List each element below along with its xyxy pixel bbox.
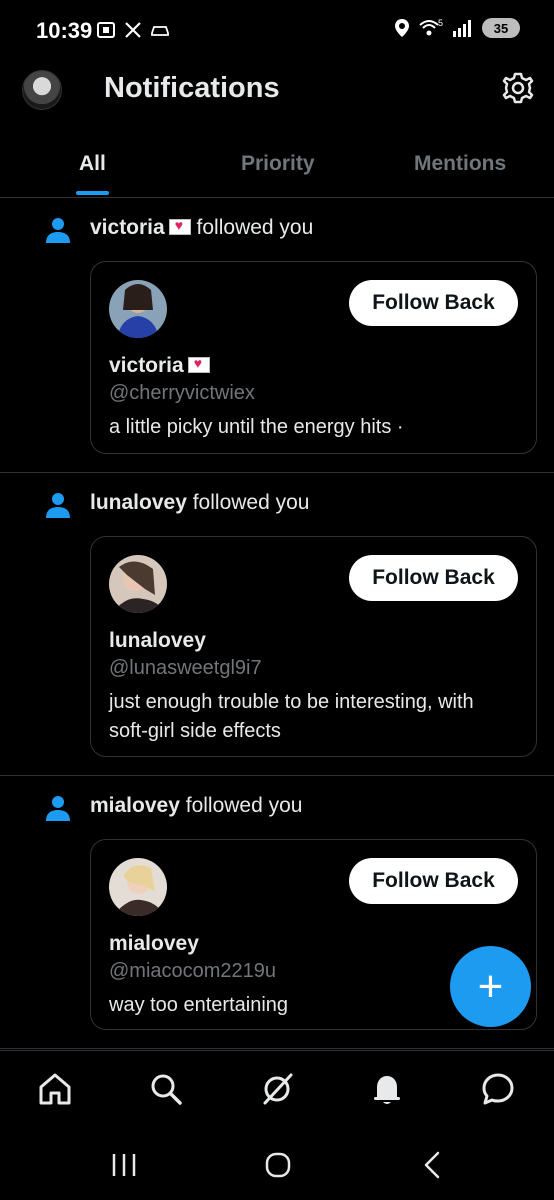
back-icon[interactable]	[418, 1150, 448, 1180]
card-user-name[interactable]: mialovey	[109, 932, 199, 956]
user-card[interactable]: Follow Back victoria @cherryvictwiex a l…	[90, 261, 537, 454]
status-right: 5 35	[394, 18, 520, 38]
search-icon[interactable]	[148, 1071, 184, 1107]
notification-item[interactable]: victoria followed you Follow Back victor…	[0, 199, 554, 473]
tab-priority[interactable]: Priority	[241, 152, 315, 176]
person-icon	[46, 796, 70, 821]
user-avatar[interactable]	[109, 555, 167, 613]
tab-all[interactable]: All	[79, 152, 106, 176]
bottom-navigation	[0, 1050, 554, 1130]
notification-tabs: All Priority Mentions	[0, 138, 554, 198]
notification-action: followed you	[185, 794, 303, 817]
card-user-bio: a little picky until the energy hits ·	[109, 416, 404, 438]
page-title: Notifications	[104, 72, 280, 104]
screenshot-icon	[97, 22, 115, 38]
card-user-bio: just enough trouble to be interesting, w…	[109, 691, 474, 742]
notification-action: followed you	[196, 216, 314, 239]
location-icon	[395, 19, 409, 37]
active-tab-indicator	[76, 191, 109, 195]
card-user-name-text: victoria	[109, 354, 184, 377]
x-logo-icon	[125, 22, 141, 38]
card-user-name[interactable]: lunalovey	[109, 629, 206, 653]
user-avatar[interactable]	[109, 280, 167, 338]
bell-icon[interactable]	[369, 1071, 405, 1107]
home-button-icon[interactable]	[263, 1150, 293, 1180]
status-time: 10:39	[36, 18, 93, 43]
notification-text: mialovey followed you	[90, 794, 302, 818]
settings-gear-icon[interactable]	[500, 70, 536, 106]
card-user-handle: @lunasweetgl9i7	[109, 657, 262, 679]
follow-back-button[interactable]: Follow Back	[349, 858, 518, 904]
recent-apps-icon[interactable]	[109, 1150, 139, 1180]
messages-icon[interactable]	[480, 1071, 516, 1107]
card-user-name[interactable]: victoria	[109, 354, 210, 378]
follower-name[interactable]: mialovey	[90, 794, 180, 817]
notification-text: victoria followed you	[90, 216, 313, 240]
notification-action: followed you	[192, 491, 310, 514]
car-icon	[151, 26, 169, 36]
user-avatar[interactable]	[109, 858, 167, 916]
signal-icon	[453, 20, 471, 37]
love-letter-emoji	[168, 217, 191, 235]
notification-item[interactable]: lunalovey followed you Follow Back lunal…	[0, 474, 554, 776]
compose-post-button[interactable]: +	[450, 946, 531, 1027]
person-icon	[46, 218, 70, 243]
user-avatar-image	[109, 280, 167, 338]
profile-avatar[interactable]	[22, 70, 62, 110]
card-user-handle: @cherryvictwiex	[109, 382, 255, 404]
follower-name[interactable]: victoria	[90, 216, 165, 239]
user-avatar-image	[109, 858, 167, 916]
follow-back-button[interactable]: Follow Back	[349, 555, 518, 601]
notification-text: lunalovey followed you	[90, 491, 309, 515]
person-icon	[46, 493, 70, 518]
user-avatar-image	[109, 555, 167, 613]
status-bar: 10:39 5 35	[0, 0, 554, 62]
follower-name[interactable]: lunalovey	[90, 491, 187, 514]
header: Notifications	[0, 62, 554, 118]
card-user-handle: @miacocom2219u	[109, 960, 277, 982]
wifi-icon: 5	[419, 18, 443, 36]
tab-mentions[interactable]: Mentions	[414, 152, 506, 176]
battery-indicator: 35	[482, 18, 520, 38]
grok-icon[interactable]	[259, 1071, 295, 1107]
home-icon[interactable]	[37, 1071, 73, 1107]
user-card[interactable]: Follow Back lunalovey @lunasweetgl9i7 ju…	[90, 536, 537, 757]
love-letter-emoji	[187, 355, 210, 373]
follow-back-button[interactable]: Follow Back	[349, 280, 518, 326]
status-left-icons	[96, 20, 170, 40]
network-label: 5	[438, 18, 443, 28]
system-navigation-bar	[0, 1130, 554, 1200]
